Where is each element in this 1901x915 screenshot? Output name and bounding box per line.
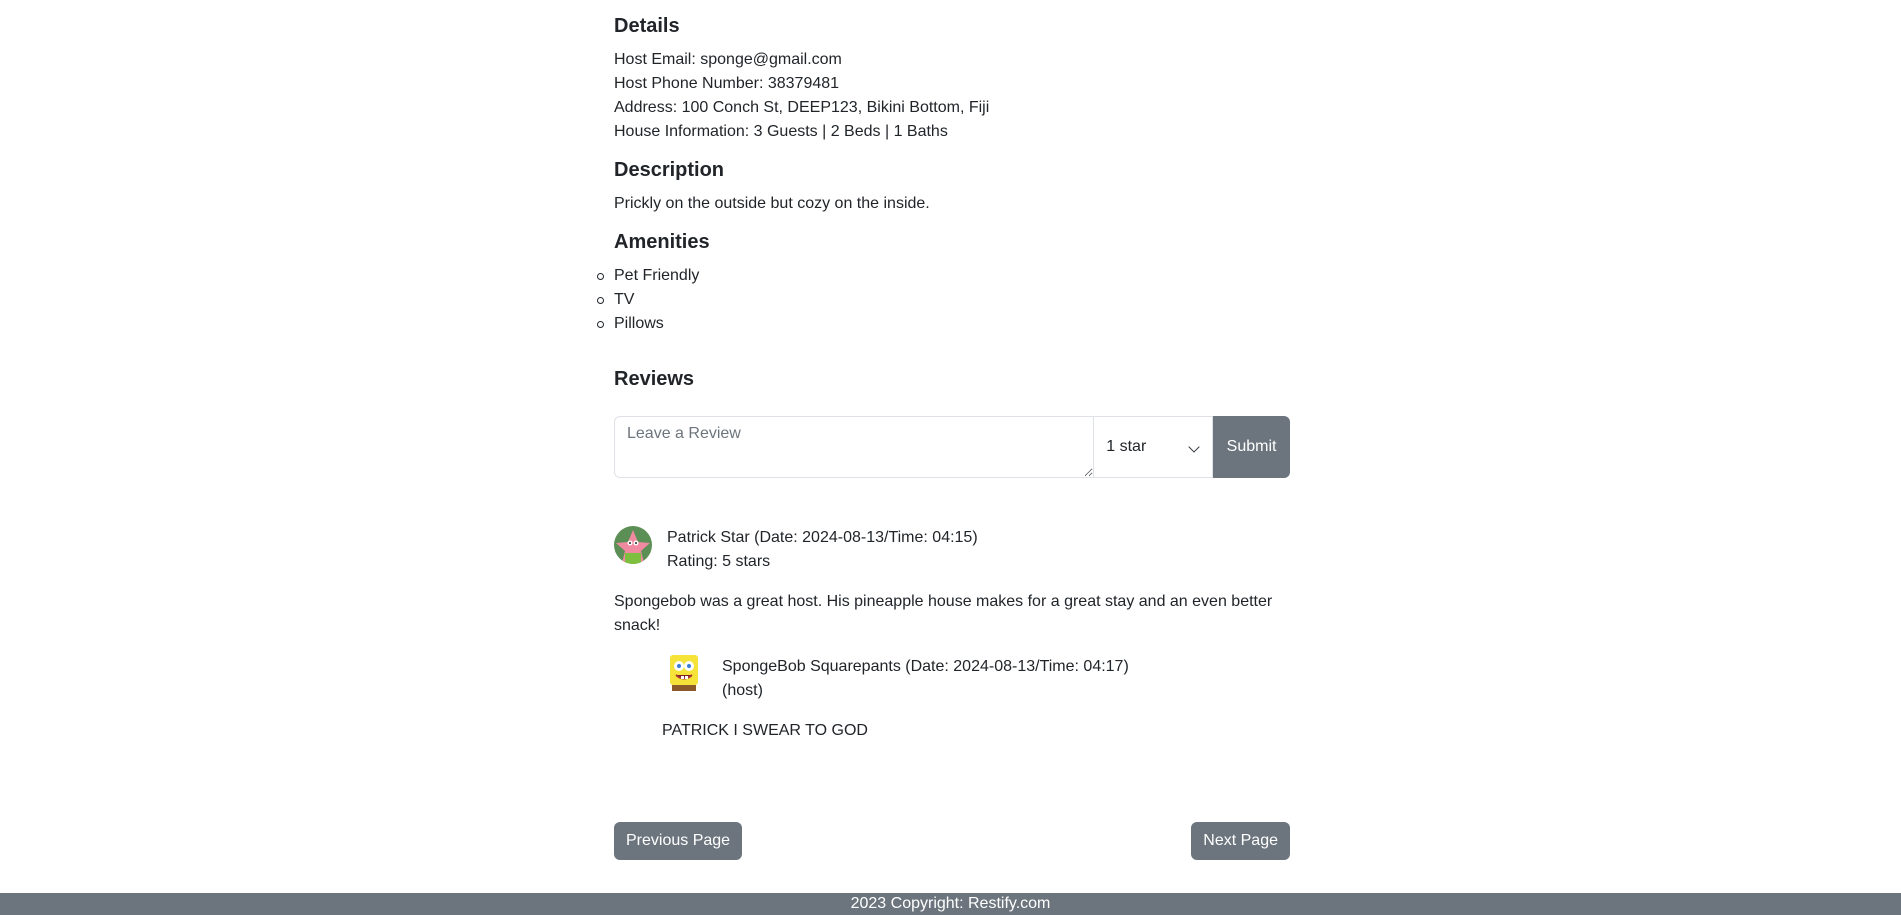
description-heading: Description <box>614 159 725 181</box>
amenities-heading: Amenities <box>614 231 710 253</box>
description-text: Prickly on the outside but cozy on the i… <box>614 195 930 212</box>
host-phone: Host Phone Number: 38379481 <box>614 75 840 92</box>
review-author: Patrick Star (Date: 2024-08-13/Time: 04:… <box>667 529 978 546</box>
bullet-icon <box>597 321 604 328</box>
reviewer-avatar <box>614 526 652 564</box>
reply-role: (host) <box>722 682 763 699</box>
host-email: Host Email: sponge@gmail.com <box>614 51 842 68</box>
amenity-item: TV <box>597 288 699 312</box>
footer: 2023 Copyright: Restify.com <box>0 893 1901 915</box>
review-input[interactable] <box>614 416 1095 478</box>
reply-body: PATRICK I SWEAR TO GOD <box>662 722 868 739</box>
amenity-label: TV <box>614 291 635 308</box>
chevron-down-icon <box>1188 441 1200 453</box>
review-rating: Rating: 5 stars <box>667 553 771 570</box>
review-form: 1 star Submit <box>614 416 1290 478</box>
amenity-label: Pet Friendly <box>614 267 700 284</box>
bullet-icon <box>597 273 604 280</box>
rating-select[interactable]: 1 star <box>1094 416 1214 478</box>
address: Address: 100 Conch St, DEEP123, Bikini B… <box>614 99 990 116</box>
patrick-star-avatar-icon <box>614 526 652 564</box>
review-body-line: Spongebob was a great host. His pineappl… <box>614 593 1273 610</box>
next-page-button[interactable]: Next Page <box>1191 822 1290 860</box>
previous-page-button[interactable]: Previous Page <box>614 822 743 860</box>
review-body-line: snack! <box>614 617 661 634</box>
house-information: House Information: 3 Guests | 2 Beds | 1… <box>614 123 948 140</box>
amenities-list: Pet Friendly TV Pillows <box>597 264 700 336</box>
amenity-label: Pillows <box>614 315 664 332</box>
bullet-icon <box>597 297 604 304</box>
reply-author: SpongeBob Squarepants (Date: 2024-08-13/… <box>722 658 1129 675</box>
submit-review-button[interactable]: Submit <box>1213 416 1290 478</box>
amenity-item: Pet Friendly <box>597 264 700 288</box>
rating-selected-value: 1 star <box>1106 438 1147 455</box>
footer-copyright: 2023 Copyright: Restify.com <box>850 895 1051 912</box>
amenity-item: Pillows <box>597 312 699 336</box>
reviews-heading: Reviews <box>614 368 695 390</box>
reply-avatar <box>662 651 706 695</box>
details-heading: Details <box>614 15 680 37</box>
spongebob-avatar-icon <box>670 655 698 691</box>
